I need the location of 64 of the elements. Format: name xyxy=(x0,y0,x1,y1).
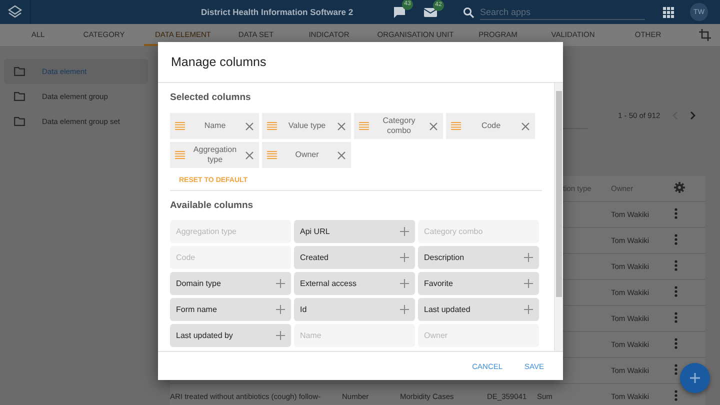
available-column-item[interactable]: Form name xyxy=(170,298,291,321)
available-column-item[interactable]: Created xyxy=(294,246,415,269)
more-options-icon[interactable] xyxy=(674,364,678,375)
plus-icon xyxy=(276,305,285,314)
message-icon[interactable] xyxy=(393,6,406,18)
folder-icon xyxy=(14,92,25,101)
available-column-item[interactable]: Last updated xyxy=(418,298,539,321)
logo-icon[interactable] xyxy=(7,4,23,20)
available-column-item[interactable]: Favorite xyxy=(418,272,539,295)
remove-button[interactable] xyxy=(429,122,438,130)
search-icon xyxy=(463,6,474,18)
selected-column-chip[interactable]: Owner xyxy=(262,142,351,168)
drag-handle-icon[interactable] xyxy=(451,122,461,130)
available-column-item[interactable]: Api URL xyxy=(294,220,415,243)
plus-icon xyxy=(276,331,285,340)
selected-column-chip[interactable]: Aggregation type xyxy=(170,142,259,168)
plus-icon xyxy=(690,373,700,383)
more-options-icon[interactable] xyxy=(674,208,678,219)
plus-icon xyxy=(400,227,409,236)
remove-button[interactable] xyxy=(245,150,254,160)
selected-column-chip[interactable]: Code xyxy=(446,113,535,139)
plus-icon xyxy=(524,279,533,288)
section-heading: Selected columns xyxy=(170,92,252,105)
folder-icon xyxy=(14,117,25,126)
folder-icon xyxy=(14,67,25,76)
remove-button[interactable] xyxy=(245,122,254,130)
app-title: District Health Information Software 2 xyxy=(201,7,354,17)
mail-icon[interactable] xyxy=(424,6,437,18)
drag-handle-icon[interactable] xyxy=(267,122,277,130)
scrollbar[interactable] xyxy=(554,83,563,351)
available-column-item[interactable]: Description xyxy=(418,246,539,269)
plus-icon xyxy=(400,279,409,288)
more-options-icon[interactable] xyxy=(674,234,678,245)
remove-button[interactable] xyxy=(337,122,346,130)
section-heading: Available columns xyxy=(170,200,254,213)
remove-button[interactable] xyxy=(337,150,346,160)
drag-handle-icon[interactable] xyxy=(175,122,185,130)
plus-icon xyxy=(276,279,285,288)
next-page-icon[interactable] xyxy=(690,111,696,120)
available-column-item[interactable]: Id xyxy=(294,298,415,321)
drag-handle-icon[interactable] xyxy=(267,151,277,159)
available-column-item[interactable]: Last updated by xyxy=(170,324,291,347)
drag-handle-icon[interactable] xyxy=(175,151,185,159)
plus-icon xyxy=(524,253,533,262)
crop-icon[interactable] xyxy=(699,29,711,41)
more-options-icon[interactable] xyxy=(674,390,678,401)
more-options-icon[interactable] xyxy=(674,286,678,297)
search-field[interactable]: Search apps xyxy=(480,4,645,20)
drag-handle-icon[interactable] xyxy=(359,122,369,130)
settings-icon[interactable] xyxy=(674,182,685,193)
selected-column-chip[interactable]: Name xyxy=(170,113,259,139)
more-options-icon[interactable] xyxy=(674,312,678,323)
available-column-item[interactable]: Domain type xyxy=(170,272,291,295)
plus-icon xyxy=(524,305,533,314)
selected-column-chip[interactable]: Category combo xyxy=(354,113,443,139)
plus-icon xyxy=(400,253,409,262)
plus-icon xyxy=(400,305,409,314)
more-options-icon[interactable] xyxy=(674,338,678,349)
selected-column-chip[interactable]: Value type xyxy=(262,113,351,139)
remove-button[interactable] xyxy=(521,122,530,130)
apps-grid-icon[interactable] xyxy=(663,6,674,18)
available-column-item[interactable]: External access xyxy=(294,272,415,295)
dialog-title: Manage columns xyxy=(158,42,563,83)
more-options-icon[interactable] xyxy=(674,260,678,271)
